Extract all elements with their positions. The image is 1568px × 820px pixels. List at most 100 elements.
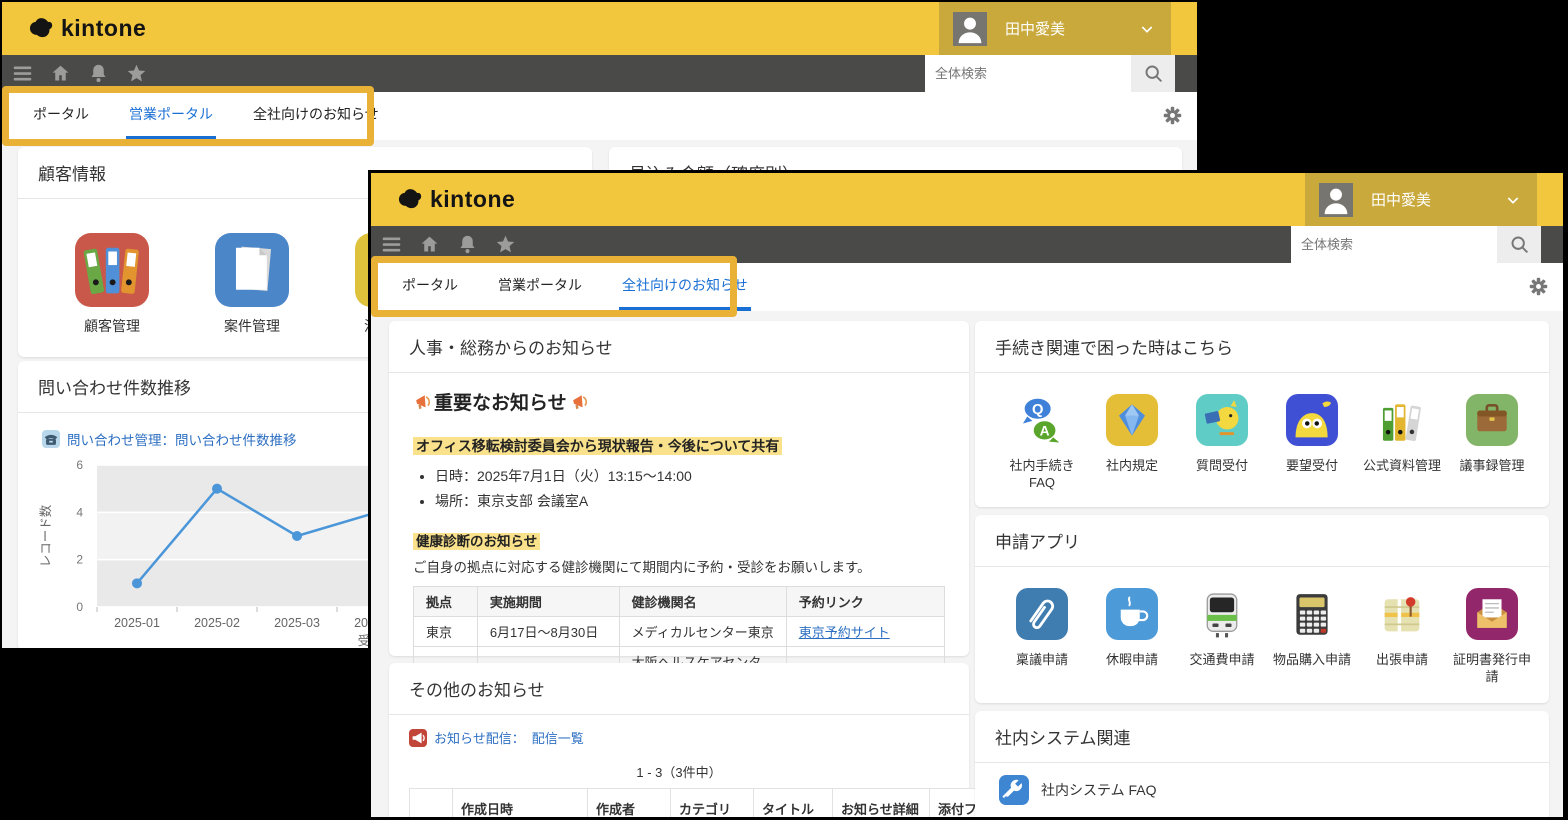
qa-bubbles-app-icon: QA — [1016, 394, 1068, 446]
col-blank — [410, 789, 453, 820]
binders-app-icon — [1376, 394, 1428, 446]
svg-text:2025-02: 2025-02 — [194, 616, 240, 630]
briefcase-app-icon — [1466, 394, 1518, 446]
important-notice-text: 重要なお知らせ — [434, 388, 567, 415]
app-shortcut-minutes[interactable]: 議事録管理 — [1447, 394, 1537, 491]
col-author[interactable]: 作成者 — [588, 789, 671, 820]
inquiry-chart-link[interactable]: 問い合わせ管理：問い合わせ件数推移 — [67, 429, 297, 449]
app-label: 証明書発行申請 — [1447, 651, 1537, 685]
svg-text:2025-03: 2025-03 — [274, 616, 320, 630]
portal-settings-gear-icon[interactable] — [1162, 105, 1183, 126]
tab-portal[interactable]: ポータル — [30, 92, 92, 140]
hr-announcements-card: 人事・総務からのお知らせ 重要なお知らせ オフィス移転検討委員会から現状報告・今… — [389, 321, 969, 656]
search-icon — [1143, 63, 1164, 84]
megaphone-app-icon — [409, 729, 427, 747]
paperclip-app-icon — [1016, 588, 1068, 640]
notification-bell-icon[interactable] — [88, 63, 109, 84]
tab-portal[interactable]: ポータル — [399, 263, 461, 311]
health-check-note: ご自身の拠点に対応する健診機関にて期間内に予約・受診をお願いします。 — [413, 556, 945, 576]
app-shortcut-business-trip[interactable]: 出張申請 — [1357, 588, 1447, 685]
svg-text:4: 4 — [76, 505, 83, 519]
app-label: 交通費申請 — [1177, 651, 1267, 668]
app-label: 物品購入申請 — [1267, 651, 1357, 668]
app-shortcut-company-rules[interactable]: 社内規定 — [1087, 394, 1177, 491]
col-detail[interactable]: お知らせ詳細 — [833, 789, 930, 820]
internal-systems-card: 社内システム関連 社内システム FAQ IT相談窓口 — [975, 711, 1549, 820]
portal-settings-gear-icon[interactable] — [1528, 276, 1549, 297]
office-move-details: 日時：2025年7月1日（火）13:15〜14:00 場所：東京支部 会議室A — [419, 466, 945, 511]
app-shortcut-request-desk[interactable]: 要望受付 — [1267, 394, 1357, 491]
hamburger-menu-icon[interactable] — [381, 234, 402, 255]
tab-sales-portal[interactable]: 営業ポータル — [495, 263, 585, 311]
search-input[interactable] — [1291, 226, 1497, 263]
col-category[interactable]: カテゴリ — [671, 789, 754, 820]
procedures-help-card: 手続き関連で困った時はこちら QA 社内手続き FAQ 社内規定 質問受付 — [975, 321, 1549, 507]
announce-app-link[interactable]: お知らせ配信： — [434, 728, 525, 747]
hamburger-menu-icon[interactable] — [12, 63, 33, 84]
tab-company-news[interactable]: 全社向けのお知らせ — [619, 263, 751, 311]
portal-window-company-news: kintone 田中愛美 ? — [368, 170, 1566, 820]
app-label: 出張申請 — [1357, 651, 1447, 668]
home-icon[interactable] — [50, 63, 71, 84]
app-shortcut-purchase[interactable]: 物品購入申請 — [1267, 588, 1357, 685]
tab-sales-portal[interactable]: 営業ポータル — [126, 92, 216, 140]
app-shortcut-transport-expense[interactable]: 交通費申請 — [1177, 588, 1267, 685]
cell-site: 東京 — [414, 617, 478, 647]
app-shortcut-case-management[interactable]: 案件管理 — [182, 233, 322, 336]
global-search — [1291, 226, 1541, 263]
link-internal-system-faq[interactable]: 社内システム FAQ — [975, 763, 1549, 805]
calculator-app-icon — [1286, 588, 1338, 640]
app-shortcut-question-desk[interactable]: 質問受付 — [1177, 394, 1267, 491]
kintone-logo[interactable]: kintone — [397, 186, 515, 213]
user-avatar — [953, 12, 987, 46]
megaphone-icon — [413, 393, 431, 411]
app-shortcut-internal-faq[interactable]: QA 社内手続き FAQ — [997, 394, 1087, 491]
user-menu[interactable]: 田中愛美 — [939, 2, 1171, 55]
megaphone-icon — [570, 393, 588, 411]
col-title[interactable]: タイトル — [754, 789, 833, 820]
kintone-logo[interactable]: kintone — [28, 15, 146, 42]
other-announcements-card: その他のお知らせ お知らせ配信： 配信一覧 1 - 3（3件中） 作成日時 作成… — [389, 663, 969, 820]
app-shortcut-ringi[interactable]: 稟議申請 — [997, 588, 1087, 685]
bird-laptop-app-icon — [1196, 394, 1248, 446]
svg-text:A: A — [1040, 423, 1050, 439]
announcements-list-table: 作成日時 作成者 カテゴリ タイトル お知らせ詳細 添付ファイル — [409, 788, 1027, 820]
search-icon — [1509, 234, 1530, 255]
col-created-at[interactable]: 作成日時 — [453, 789, 588, 820]
favorites-star-icon[interactable] — [126, 63, 147, 84]
office-move-heading: オフィス移転検討委員会から現状報告・今後について共有 — [413, 436, 945, 456]
card-title: その他のお知らせ — [389, 663, 969, 715]
table-header-row: 拠点 実施期間 健診機関名 予約リンク — [414, 587, 945, 617]
col-link: 予約リンク — [786, 587, 944, 617]
user-menu[interactable]: 田中愛美 — [1305, 173, 1537, 226]
col-org: 健診機関名 — [619, 587, 786, 617]
app-label: 稟議申請 — [997, 651, 1087, 668]
user-avatar — [1319, 183, 1353, 217]
app-shortcut-official-docs[interactable]: 公式資料管理 — [1357, 394, 1447, 491]
svg-text:Q: Q — [1032, 402, 1043, 418]
chevron-down-icon — [1139, 21, 1155, 37]
app-shortcut-vacation[interactable]: 休暇申請 — [1087, 588, 1177, 685]
portal-tab-bar: ポータル 営業ポータル 全社向けのお知らせ — [2, 92, 1197, 140]
cell-period: 6月17日〜8月30日 — [477, 617, 619, 647]
app-shortcut-certificate[interactable]: 証明書発行申請 — [1447, 588, 1537, 685]
tab-company-news[interactable]: 全社向けのお知らせ — [250, 92, 382, 140]
favorites-star-icon[interactable] — [495, 234, 516, 255]
sys-item-label: 社内システム FAQ — [1041, 780, 1156, 800]
app-label: 顧客管理 — [42, 316, 182, 336]
train-app-icon — [1196, 588, 1248, 640]
col-site: 拠点 — [414, 587, 478, 617]
search-input[interactable] — [925, 55, 1131, 92]
envelope-app-icon — [1466, 588, 1518, 640]
tokyo-reservation-link[interactable]: 東京予約サイト — [799, 625, 890, 640]
app-shortcut-customer-management[interactable]: 顧客管理 — [42, 233, 182, 336]
link-it-help-desk[interactable]: IT相談窓口 — [975, 805, 1549, 820]
announce-view-link[interactable]: 配信一覧 — [532, 728, 584, 747]
search-button[interactable] — [1497, 226, 1541, 263]
user-name: 田中愛美 — [1005, 18, 1139, 39]
notification-bell-icon[interactable] — [457, 234, 478, 255]
home-icon[interactable] — [419, 234, 440, 255]
search-button[interactable] — [1131, 55, 1175, 92]
app-label: 公式資料管理 — [1357, 457, 1447, 474]
chevron-down-icon — [1505, 192, 1521, 208]
